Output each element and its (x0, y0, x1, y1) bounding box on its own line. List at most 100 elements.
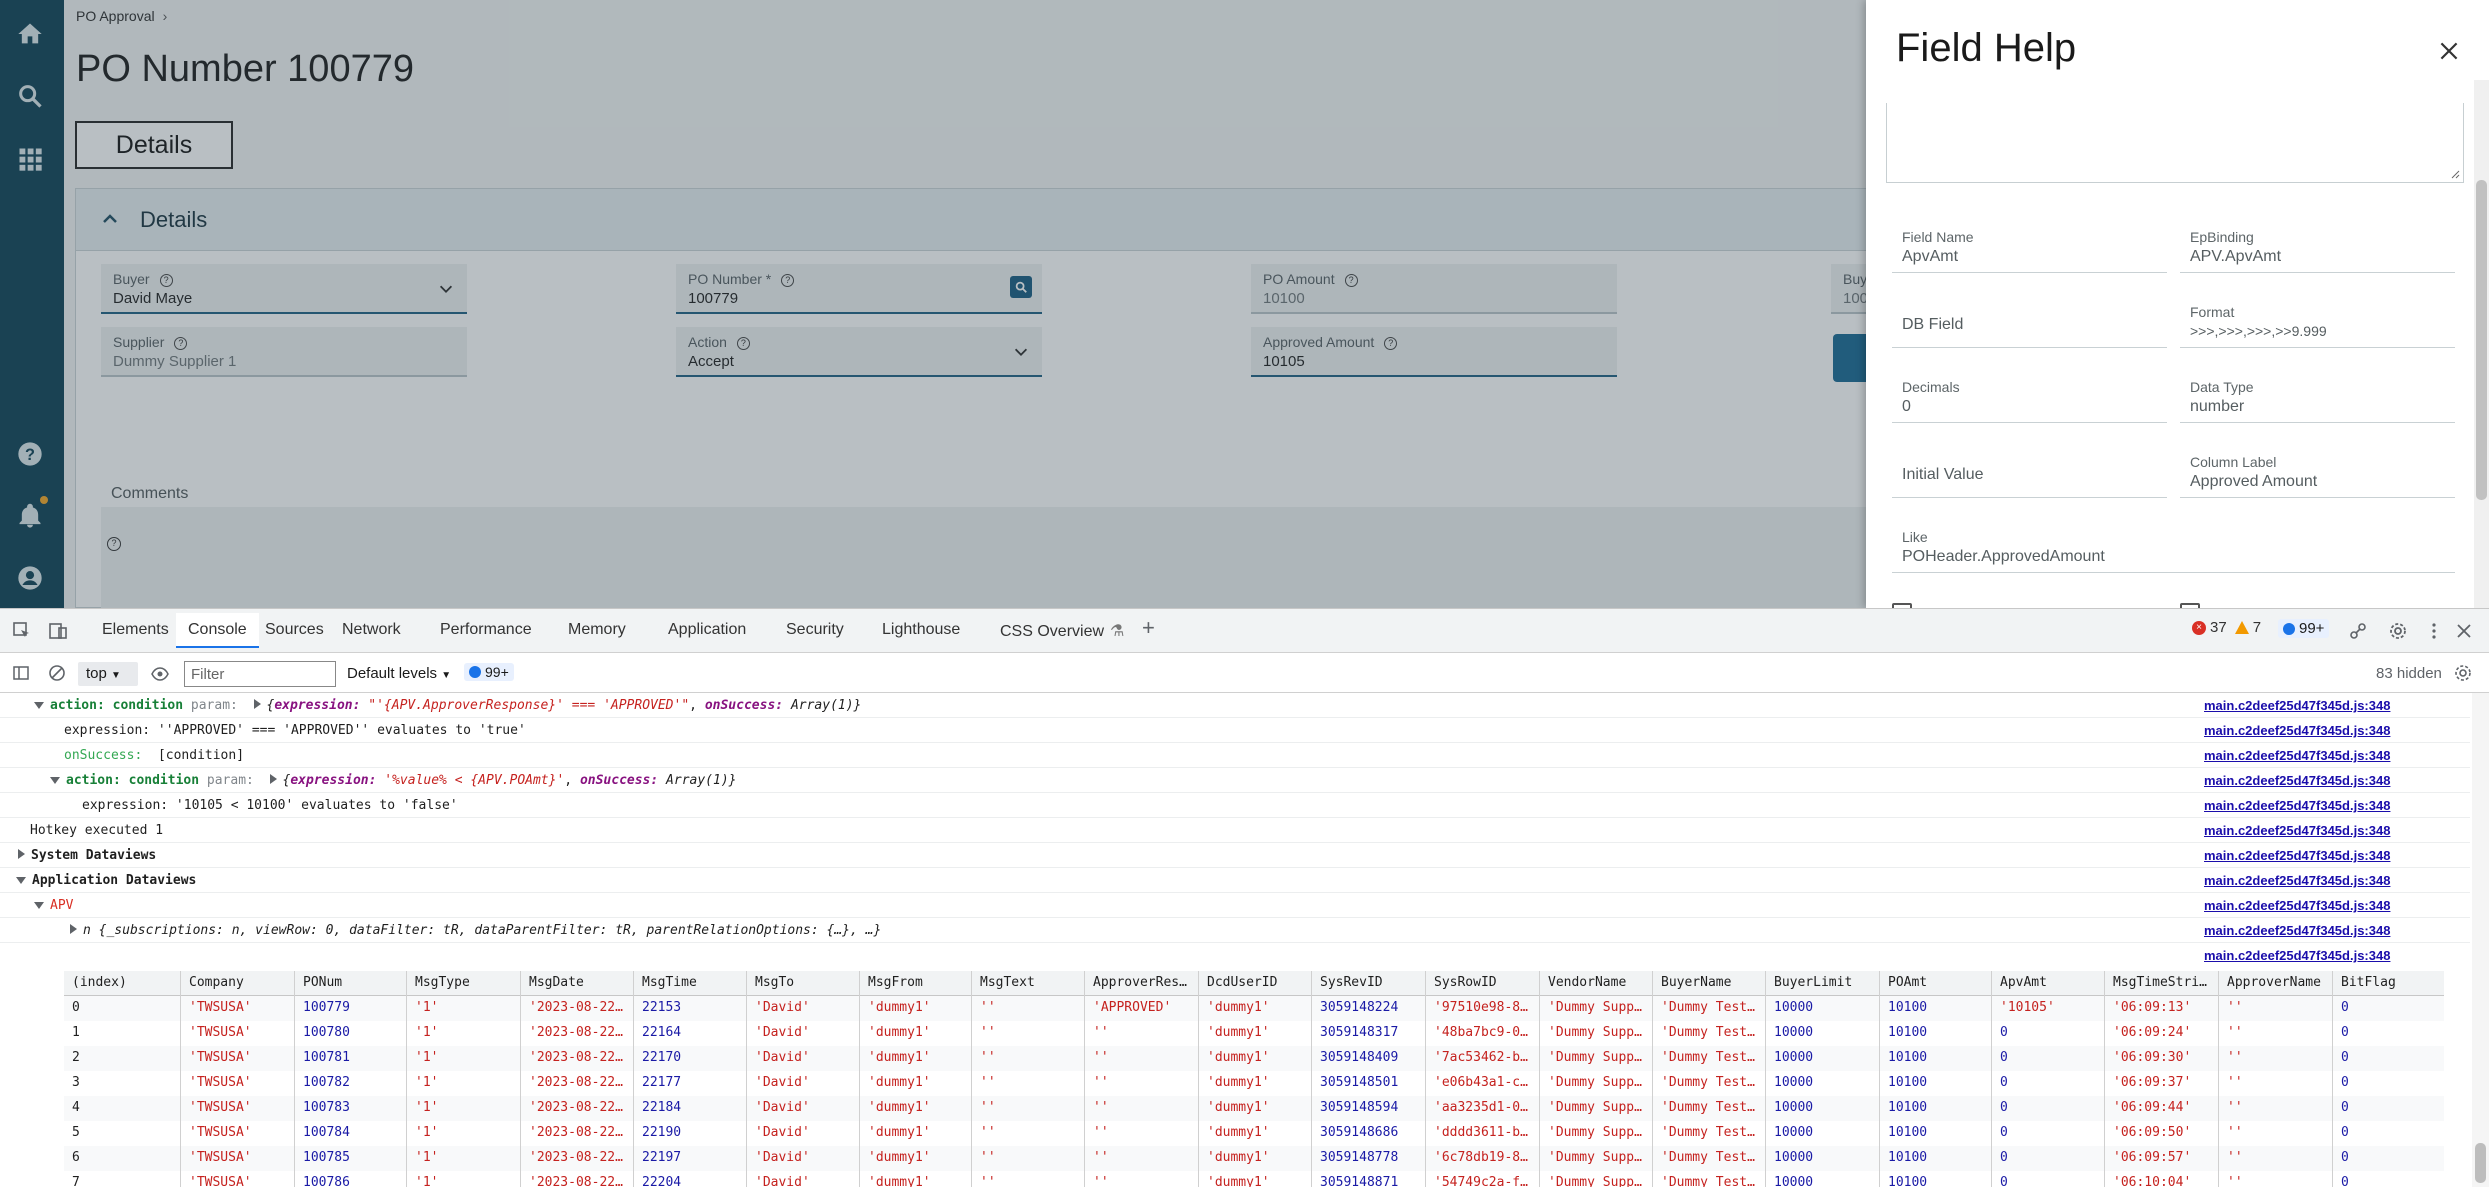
warning-icon (2234, 621, 2249, 634)
modal-overlay[interactable] (0, 0, 1866, 608)
table-header-cell[interactable]: ApproverName (2219, 975, 2333, 995)
tab-elements[interactable]: Elements (102, 621, 169, 639)
column-divider (1879, 1121, 1880, 1146)
tab-network[interactable]: Network (342, 621, 401, 639)
tab-console[interactable]: Console (176, 613, 259, 648)
console-group[interactable]: System Dataviews main.c2deef25d47f345d.j… (0, 843, 2470, 868)
tab-performance[interactable]: Performance (440, 621, 532, 639)
network-conditions-icon[interactable] (2348, 621, 2368, 641)
field-help-scrollbar[interactable] (2474, 80, 2489, 608)
scrollbar-thumb[interactable] (2475, 1143, 2486, 1183)
source-link[interactable]: main.c2deef25d47f345d.js:348 (2204, 873, 2390, 888)
tab-lighthouse[interactable]: Lighthouse (882, 621, 960, 639)
add-tab-icon[interactable]: + (1142, 615, 1155, 641)
table-header-cell[interactable]: MsgDate (521, 975, 634, 995)
table-cell: 'APPROVED' (1093, 1000, 1172, 1015)
table-header-cell[interactable]: ApvAmt (1992, 975, 2105, 995)
source-link[interactable]: main.c2deef25d47f345d.js:348 (2204, 748, 2390, 763)
expand-triangle-icon[interactable] (253, 699, 261, 709)
source-link[interactable]: main.c2deef25d47f345d.js:348 (2204, 898, 2390, 913)
source-link[interactable]: main.c2deef25d47f345d.js:348 (2204, 923, 2390, 938)
device-toolbar-icon[interactable] (48, 621, 68, 641)
expand-triangle-icon[interactable] (269, 774, 277, 784)
messages-counter[interactable]: 99+ (464, 663, 514, 681)
more-options-icon[interactable] (2424, 621, 2444, 641)
console-line[interactable]: action: condition param: {expression: '%… (0, 768, 2470, 793)
source-link[interactable]: main.c2deef25d47f345d.js:348 (2204, 698, 2390, 713)
table-cell: 'aa3235d1-0… (1434, 1100, 1528, 1115)
console-settings-icon[interactable] (2454, 664, 2472, 682)
tab-security[interactable]: Security (786, 621, 844, 639)
table-row: 0 'TWSUSA' 100779 '1' '2023-08-22… 22153 'Davi… (64, 996, 2444, 1021)
source-link[interactable]: main.c2deef25d47f345d.js:348 (2204, 823, 2390, 838)
table-header-cell[interactable]: ApproverRes… (1085, 975, 1199, 995)
console-filter-input[interactable]: Filter (184, 661, 336, 687)
table-cell: 100785 (303, 1150, 350, 1165)
table-header-cell[interactable]: SysRowID (1426, 975, 1540, 995)
console-group[interactable]: APV main.c2deef25d47f345d.js:348 (0, 893, 2470, 918)
tab-application[interactable]: Application (668, 621, 746, 639)
source-link[interactable]: main.c2deef25d47f345d.js:348 (2204, 848, 2390, 863)
table-header-cell[interactable]: MsgType (407, 975, 521, 995)
live-expression-eye-icon[interactable] (150, 665, 170, 683)
context-selector[interactable]: top ▼ (78, 662, 138, 686)
table-cell: '2023-08-22… (529, 1075, 623, 1090)
tab-css-overview[interactable]: CSS Overview ⚗ (1000, 621, 1124, 641)
table-cell: 10000 (1774, 1025, 1814, 1040)
message-icon (2283, 622, 2295, 635)
resize-handle-icon[interactable] (2450, 169, 2460, 179)
table-cell: '48ba7bc9-0… (1434, 1025, 1528, 1040)
settings-gear-icon[interactable] (2388, 621, 2408, 641)
table-header-cell[interactable]: DcdUserID (1199, 975, 1312, 995)
collapse-triangle-icon[interactable] (50, 777, 60, 784)
sidebar-toggle-icon[interactable] (12, 664, 30, 682)
clear-console-icon[interactable] (48, 664, 66, 682)
source-link[interactable]: main.c2deef25d47f345d.js:348 (2204, 773, 2390, 788)
table-header-cell[interactable]: MsgTo (747, 975, 860, 995)
collapse-triangle-icon[interactable] (16, 877, 26, 884)
table-header-cell[interactable]: Company (181, 975, 295, 995)
expand-triangle-icon[interactable] (18, 849, 25, 859)
column-divider (294, 996, 295, 1021)
table-header-cell[interactable]: (index) (64, 975, 181, 995)
table-header-cell[interactable]: PONum (295, 975, 407, 995)
table-header-cell[interactable]: SysRevID (1312, 975, 1426, 995)
table-header-cell[interactable]: BitFlag (2333, 975, 2450, 995)
scrollbar-thumb[interactable] (2476, 180, 2487, 500)
table-cell: 'Dummy Supp… (1548, 1075, 1642, 1090)
table-header-cell[interactable]: POAmt (1880, 975, 1992, 995)
log-levels-dropdown[interactable]: Default levels ▼ (347, 665, 451, 682)
table-header-cell[interactable]: VendorName (1540, 975, 1653, 995)
console-line[interactable]: action: condition param: {expression: "'… (0, 693, 2470, 718)
table-header-cell[interactable]: BuyerName (1653, 975, 1766, 995)
table-header-cell[interactable]: MsgText (972, 975, 1085, 995)
column-divider (633, 1046, 634, 1071)
tab-memory[interactable]: Memory (568, 621, 626, 639)
table-header-cell[interactable]: MsgTimeStri… (2105, 975, 2219, 995)
table-cell: 'dddd3611-b… (1434, 1125, 1528, 1140)
source-link[interactable]: main.c2deef25d47f345d.js:348 (2204, 723, 2390, 738)
expand-triangle-icon[interactable] (70, 924, 77, 934)
table-cell: 3059148686 (1320, 1125, 1399, 1140)
messages-counter[interactable]: 99+ (2278, 619, 2330, 638)
close-icon[interactable] (2454, 621, 2474, 641)
table-cell: 10000 (1774, 1100, 1814, 1115)
table-header-cell[interactable]: MsgFrom (860, 975, 972, 995)
source-link[interactable]: main.c2deef25d47f345d.js:348 (2204, 798, 2390, 813)
table-cell: '' (980, 1000, 996, 1015)
table-cell: 'TWSUSA' (189, 1025, 252, 1040)
console-group[interactable]: Application Dataviews main.c2deef25d47f3… (0, 868, 2470, 893)
console-scrollbar[interactable] (2472, 693, 2489, 1187)
inspect-icon[interactable] (12, 621, 32, 641)
tab-sources[interactable]: Sources (265, 621, 324, 639)
field-help-textarea[interactable] (1886, 103, 2464, 183)
table-header-cell[interactable]: BuyerLimit (1766, 975, 1880, 995)
collapse-triangle-icon[interactable] (34, 902, 44, 909)
issues-counter[interactable]: × 37 7 (2192, 619, 2261, 636)
source-link[interactable]: main.c2deef25d47f345d.js:348 (2204, 948, 2390, 963)
log-key: onSuccess: (579, 773, 659, 788)
collapse-triangle-icon[interactable] (34, 702, 44, 709)
table-header-cell[interactable]: MsgTime (634, 975, 747, 995)
close-icon[interactable] (2436, 38, 2462, 64)
console-object[interactable]: n {_subscriptions: n, viewRow: 0, dataFi… (0, 918, 2470, 943)
